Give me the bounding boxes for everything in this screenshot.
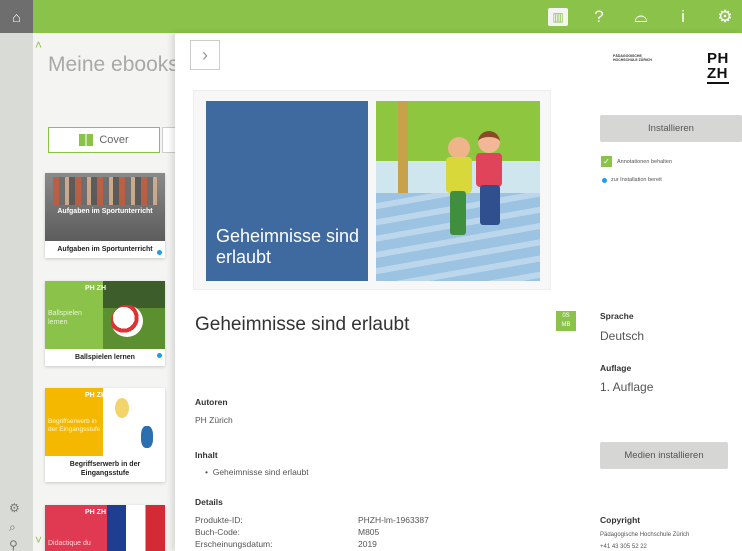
cover-view-label: Cover xyxy=(99,134,129,146)
thumbnail-title: Aufgaben im Sportunterricht xyxy=(57,208,153,215)
size-badge-unit: MB xyxy=(561,322,571,328)
book-caption: Aufgaben im Sportunterricht xyxy=(57,246,153,253)
edition-heading: Auflage xyxy=(600,363,632,373)
size-badge: 0S MB xyxy=(556,311,576,331)
annotations-checkbox[interactable]: ✓ xyxy=(601,156,612,167)
info-icon[interactable]: i xyxy=(672,0,694,33)
detail-row: Produkte-ID: PHZH-lm-1963387 xyxy=(195,515,495,525)
collapse-panel-button[interactable]: › xyxy=(190,40,220,70)
cover-view-button[interactable]: Cover xyxy=(48,127,160,153)
library-icon[interactable]: ▥ xyxy=(548,7,568,26)
flag-image xyxy=(107,505,165,551)
home-button[interactable]: ⌂ xyxy=(0,0,33,33)
logo-zh: ZH xyxy=(707,65,728,82)
book-caption: Ballspielen lernen xyxy=(75,354,135,361)
book-card[interactable]: PH ZH Begriffserwerb in der Eingangsstuf… xyxy=(45,388,165,483)
book-caption: Begriffserwerb in der Eingangsstufe xyxy=(69,461,141,478)
edition-value: 1. Auflage xyxy=(600,380,654,394)
help-icon[interactable]: ? xyxy=(588,0,610,33)
book-thumbnail: PH ZH Ballspielen lernen xyxy=(45,281,165,349)
left-rail: ⚙ ⌕ ⚲ xyxy=(0,33,33,551)
girl-head xyxy=(478,131,500,153)
install-media-button[interactable]: Medien installieren xyxy=(600,442,728,469)
boy-legs xyxy=(450,191,466,235)
thumbnail-logo: PH ZH xyxy=(85,285,106,292)
library-panel: ˄ ˅ Meine ebooks Cover Aufgaben im Sport… xyxy=(33,33,183,551)
girl-body xyxy=(476,153,502,187)
detail-label: Buch-Code: xyxy=(195,527,240,537)
book-card[interactable]: PH ZH Ballspielen lernen Ballspielen ler… xyxy=(45,281,165,367)
thumbnail-photo xyxy=(53,177,157,205)
thumbnail-logo: PH ZH xyxy=(85,392,106,399)
copyright-heading: Copyright xyxy=(600,515,641,525)
copyright-value: Pädagogische Hochschule Zürich xyxy=(600,532,690,538)
install-status-label: zur Installation bereit xyxy=(611,177,662,183)
language-heading: Sprache xyxy=(600,311,634,321)
cover-front: Geheimnisse sind erlaubt xyxy=(206,101,368,281)
logo-underline xyxy=(707,82,729,84)
book-card[interactable]: Aufgaben im Sportunterricht Aufgaben im … xyxy=(45,173,165,259)
status-dot xyxy=(157,250,162,255)
details-heading: Details xyxy=(195,497,223,507)
detail-value: M805 xyxy=(358,527,380,537)
chevron-right-icon: › xyxy=(202,44,208,65)
scroll-up-icon[interactable]: ˄ xyxy=(35,38,42,52)
book-detail-panel: › Geheimnisse sind erlaubt Geheimnisse s… xyxy=(175,33,742,551)
book-cover: Geheimnisse sind erlaubt xyxy=(193,90,551,290)
home-icon: ⌂ xyxy=(12,8,21,25)
thumbnail-title: Didactique du xyxy=(48,540,91,547)
library-title: Meine ebooks xyxy=(48,53,179,76)
copyright-phone: +41 43 305 52 22 xyxy=(600,544,647,550)
detail-row: Erscheinungsdatum: 2019 xyxy=(195,539,495,549)
authors-value: PH Zürich xyxy=(195,415,233,425)
boy-head xyxy=(448,137,470,159)
language-value: Deutsch xyxy=(600,329,645,343)
child-figure xyxy=(141,426,153,448)
tool-icon[interactable]: ⚙ xyxy=(9,501,20,515)
book-title: Geheimnisse sind erlaubt xyxy=(195,314,410,335)
annotations-label: Annotationen behalten xyxy=(617,159,673,165)
cover-illustration xyxy=(376,101,540,281)
authors-heading: Autoren xyxy=(195,397,228,407)
search-icon[interactable]: ⌕ xyxy=(9,520,16,535)
girl-legs xyxy=(480,185,500,225)
child-figure xyxy=(115,398,129,418)
filter-icon[interactable]: ⚲ xyxy=(9,538,18,551)
detail-label: Erscheinungsdatum: xyxy=(195,539,273,549)
detail-value: PHZH-lm-1963387 xyxy=(358,515,429,525)
settings-icon[interactable]: ⚙ xyxy=(714,0,736,33)
glasses-icon[interactable]: ⌓ xyxy=(630,0,652,33)
book-thumbnail: PH ZH Begriffserwerb in der Eingangsstuf… xyxy=(45,388,165,456)
status-dot xyxy=(602,178,607,183)
thumbnail-photo xyxy=(103,281,165,349)
book-thumbnail: Aufgaben im Sportunterricht xyxy=(45,173,165,241)
detail-value: 2019 xyxy=(358,539,377,549)
detail-row: Buch-Code: M805 xyxy=(195,527,495,537)
book-thumbnail: PH ZH Didactique du xyxy=(45,505,165,551)
cover-title: Geheimnisse sind erlaubt xyxy=(216,225,360,268)
grid-icon xyxy=(79,134,94,146)
thumbnail-title: Begriffserwerb in der Eingangsstufe xyxy=(48,418,101,433)
content-item-label: Geheimnisse sind erlaubt xyxy=(212,467,309,477)
status-dot xyxy=(157,353,162,358)
install-button[interactable]: Installieren xyxy=(600,115,742,142)
phzh-logo: PH ZH xyxy=(707,51,729,81)
detail-label: Produkte-ID: xyxy=(195,515,243,525)
logo-ph: PH xyxy=(707,50,729,67)
checkmark-icon: ✓ xyxy=(603,157,610,166)
ball-icon xyxy=(111,305,143,337)
boy-body xyxy=(446,157,472,193)
book-card[interactable]: PH ZH Didactique du xyxy=(45,505,165,551)
thumbnail-logo: PH ZH xyxy=(85,509,106,516)
scroll-down-icon[interactable]: ˅ xyxy=(35,533,42,547)
content-list-item: • Geheimnisse sind erlaubt xyxy=(205,467,309,477)
thumbnail-title: Ballspielen lernen xyxy=(48,310,82,326)
content-heading: Inhalt xyxy=(195,450,218,460)
size-badge-value: 0S xyxy=(562,313,570,319)
school-logo-text: PÄDAGOGISCHE HOCHSCHULE ZÜRICH xyxy=(613,54,652,62)
top-toolbar: ▥ ? ⌓ i ⚙ xyxy=(548,0,742,33)
